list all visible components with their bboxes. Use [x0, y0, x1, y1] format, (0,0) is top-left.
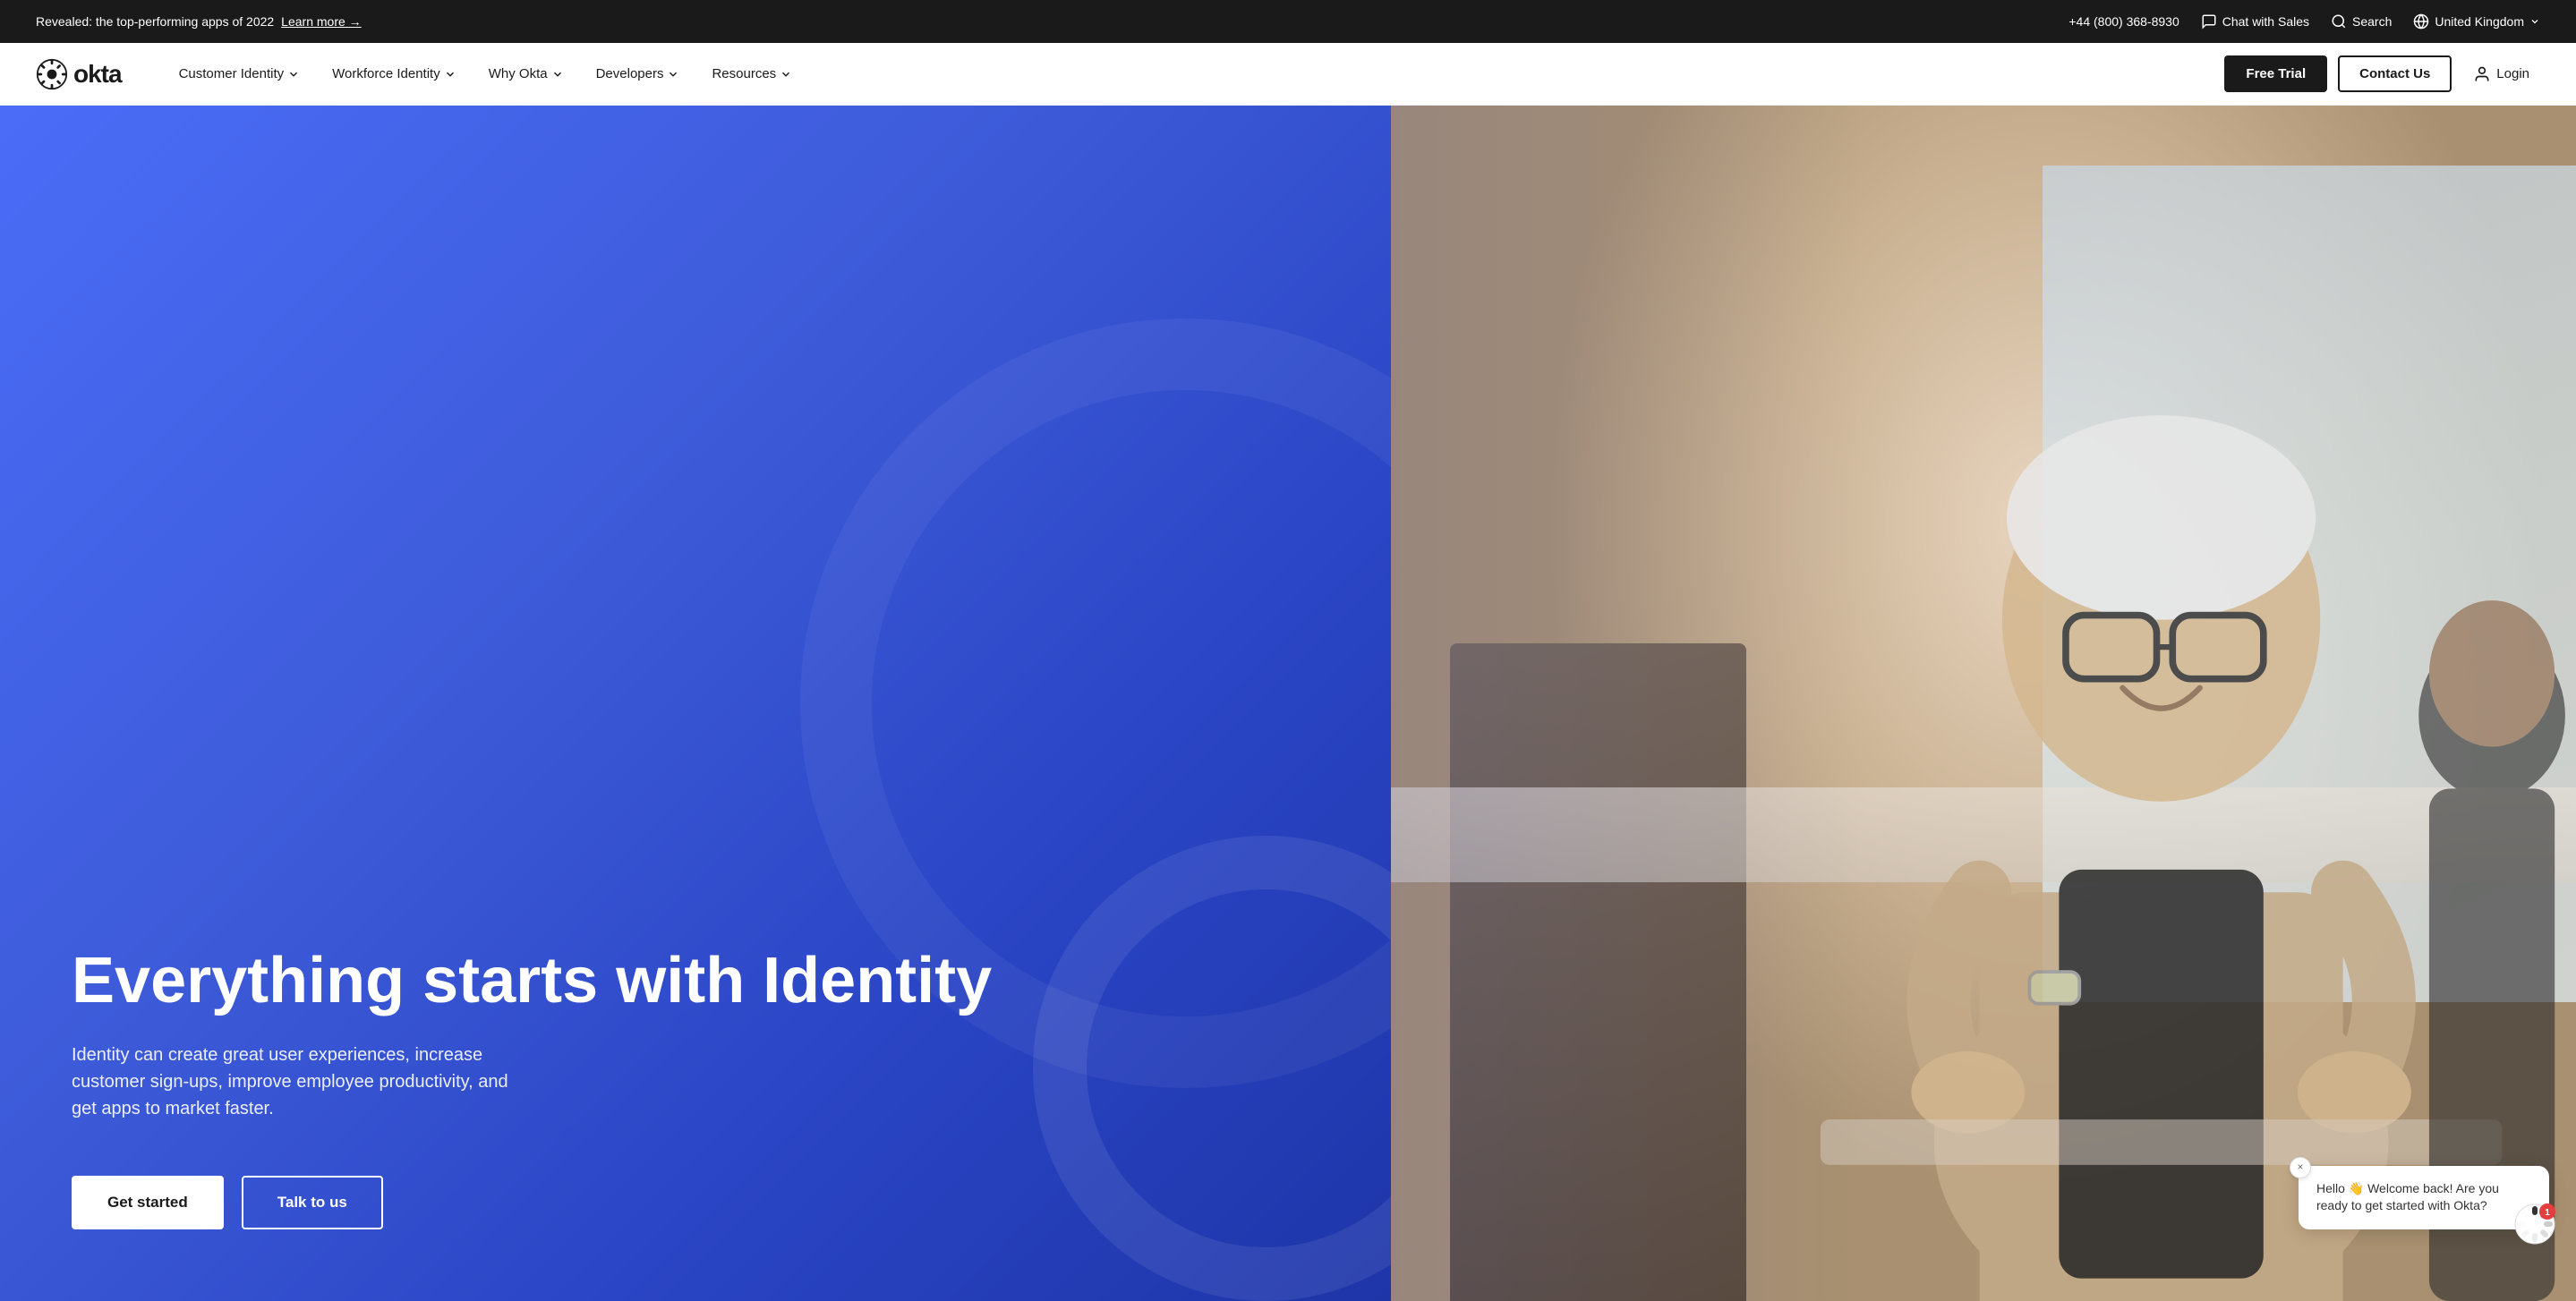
login-label: Login — [2496, 66, 2529, 81]
search-icon — [2331, 13, 2347, 30]
top-bar-right-section: +44 (800) 368-8930 Chat with Sales Searc… — [2068, 13, 2540, 30]
nav-item-developers[interactable]: Developers — [582, 59, 695, 89]
chat-message-text: Hello 👋 Welcome back! Are you ready to g… — [2316, 1181, 2499, 1213]
contact-us-button[interactable]: Contact Us — [2338, 55, 2452, 92]
nav-item-why-okta[interactable]: Why Okta — [474, 59, 578, 89]
nav-item-resources-label: Resources — [712, 66, 776, 81]
announcement-section: Revealed: the top-performing apps of 202… — [36, 14, 362, 29]
region-selector[interactable]: United Kingdom — [2413, 13, 2540, 30]
nav-item-why-okta-label: Why Okta — [489, 66, 548, 81]
nav-item-developers-label: Developers — [596, 66, 664, 81]
resources-chevron-icon — [780, 68, 792, 81]
nav-item-resources[interactable]: Resources — [697, 59, 806, 89]
developers-chevron-icon — [667, 68, 679, 81]
okta-logo[interactable]: okta — [36, 58, 122, 90]
learn-more-link[interactable]: Learn more → — [281, 14, 361, 29]
get-started-button[interactable]: Get started — [72, 1176, 224, 1229]
nav-actions-container: Free Trial Contact Us Login — [2224, 55, 2540, 92]
hero-right-panel: × Hello 👋 Welcome back! Are you ready to… — [1391, 106, 2576, 1301]
hero-buttons-container: Get started Talk to us — [72, 1176, 1319, 1229]
chat-with-sales-label: Chat with Sales — [2222, 14, 2309, 29]
customer-identity-chevron-icon — [287, 68, 300, 81]
region-label: United Kingdom — [2435, 14, 2524, 29]
why-okta-chevron-icon — [551, 68, 564, 81]
search-label: Search — [2352, 14, 2392, 29]
photo-chair-element — [1450, 643, 1746, 1301]
notification-count: 1 — [2545, 1208, 2550, 1218]
workforce-identity-chevron-icon — [444, 68, 456, 81]
nav-item-customer-identity-label: Customer Identity — [179, 66, 285, 81]
hero-image — [1391, 106, 2576, 1301]
user-icon — [2473, 65, 2491, 83]
chat-icon — [2201, 13, 2217, 30]
okta-logo-mark-icon — [36, 58, 68, 90]
top-announcement-bar: Revealed: the top-performing apps of 202… — [0, 0, 2576, 43]
nav-links-container: Customer Identity Workforce Identity Why… — [165, 59, 2225, 89]
hero-section: Everything starts with Identity Identity… — [0, 106, 2576, 1301]
login-button[interactable]: Login — [2462, 58, 2540, 90]
main-navigation: okta Customer Identity Workforce Identit… — [0, 43, 2576, 106]
hero-title: Everything starts with Identity — [72, 946, 1319, 1016]
nav-item-workforce-identity[interactable]: Workforce Identity — [318, 59, 471, 89]
free-trial-button[interactable]: Free Trial — [2224, 55, 2327, 92]
chat-loader-icon[interactable]: 1 — [2512, 1201, 2558, 1247]
region-chevron-icon — [2529, 16, 2540, 27]
hero-left-panel: Everything starts with Identity Identity… — [0, 106, 1391, 1301]
nav-item-customer-identity[interactable]: Customer Identity — [165, 59, 315, 89]
chat-loader-container: 1 — [2512, 1201, 2558, 1252]
talk-to-us-button[interactable]: Talk to us — [242, 1176, 383, 1229]
okta-wordmark: okta — [73, 60, 122, 89]
phone-number: +44 (800) 368-8930 — [2068, 14, 2179, 29]
chat-with-sales-link[interactable]: Chat with Sales — [2201, 13, 2309, 30]
globe-icon — [2413, 13, 2429, 30]
nav-item-workforce-identity-label: Workforce Identity — [332, 66, 440, 81]
announcement-text: Revealed: the top-performing apps of 202… — [36, 14, 274, 29]
hero-subtitle: Identity can create great user experienc… — [72, 1042, 537, 1122]
chat-close-button[interactable]: × — [2290, 1157, 2311, 1178]
search-link[interactable]: Search — [2331, 13, 2392, 30]
